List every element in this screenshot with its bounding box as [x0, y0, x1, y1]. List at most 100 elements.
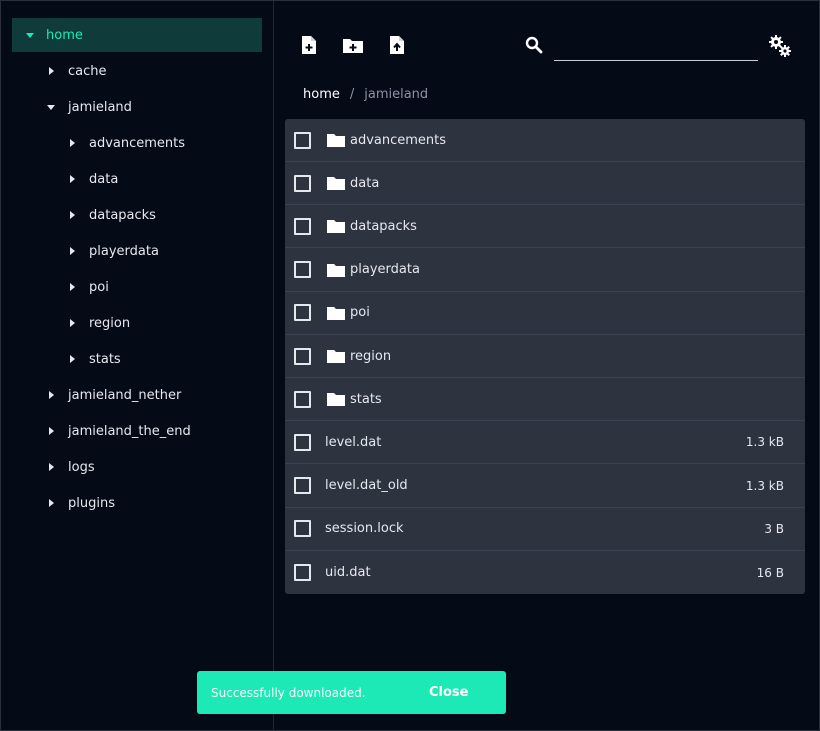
tree-item-label: home — [46, 27, 83, 43]
file-name: level.dat_old — [325, 478, 408, 494]
tree-item-jamieland-the-end[interactable]: jamieland_the_end — [41, 414, 251, 448]
caret-right-icon[interactable] — [41, 67, 61, 75]
row-checkbox[interactable] — [294, 131, 311, 149]
row-checkbox[interactable] — [294, 217, 311, 235]
tree-item-jamieland[interactable]: jamieland — [41, 90, 251, 124]
tree-item-label: jamieland_the_end — [68, 423, 191, 439]
file-row[interactable]: session.lock 3 B — [285, 508, 805, 551]
breadcrumb-separator: / — [349, 87, 355, 102]
search-icon — [525, 36, 543, 54]
file-name: advancements — [350, 132, 447, 148]
row-checkbox[interactable] — [294, 520, 311, 538]
file-name: poi — [350, 305, 370, 321]
gears-icon[interactable] — [768, 34, 792, 58]
caret-right-icon[interactable] — [41, 391, 61, 399]
folder-tree-sidebar: home cache jamieland advancements data datap… — [1, 1, 274, 730]
file-name: data — [350, 175, 380, 191]
caret-right-icon[interactable] — [62, 247, 82, 255]
caret-right-icon[interactable] — [62, 211, 82, 219]
caret-right-icon[interactable] — [62, 175, 82, 183]
folder-row[interactable]: advancements — [285, 119, 805, 162]
row-checkbox[interactable] — [294, 477, 311, 495]
tree-item-datapacks[interactable]: datapacks — [62, 198, 251, 232]
tree-item-label: playerdata — [89, 243, 159, 259]
toast-notification: Successfully downloaded. Close — [197, 671, 506, 714]
tree-item-label: jamieland_nether — [68, 387, 182, 403]
file-name: level.dat — [325, 434, 382, 450]
file-list: advancements data datapacks playerdata poi re… — [285, 119, 805, 594]
tree-item-label: region — [89, 315, 131, 331]
tree-item-poi[interactable]: poi — [62, 270, 251, 304]
tree-item-label: cache — [68, 63, 107, 79]
file-name: stats — [350, 391, 382, 407]
caret-down-icon[interactable] — [41, 104, 61, 110]
tree-item-label: data — [89, 171, 119, 187]
caret-right-icon[interactable] — [62, 139, 82, 147]
file-row[interactable]: level.dat_old 1.3 kB — [285, 465, 805, 508]
tree-item-region[interactable]: region — [62, 306, 251, 340]
file-row[interactable]: level.dat 1.3 kB — [285, 421, 805, 465]
folder-icon — [326, 218, 346, 234]
caret-right-icon[interactable] — [62, 283, 82, 291]
tree-item-jamieland-nether[interactable]: jamieland_nether — [41, 378, 251, 412]
tree-item-stats[interactable]: stats — [62, 342, 251, 376]
folder-row[interactable]: poi — [285, 292, 805, 335]
file-size: 3 B — [764, 521, 784, 536]
folder-icon — [326, 262, 346, 278]
caret-down-icon[interactable] — [20, 32, 40, 38]
tree-item-logs[interactable]: logs — [41, 450, 251, 484]
search-input[interactable] — [554, 31, 758, 61]
tree-item-label: plugins — [68, 495, 115, 511]
file-name: session.lock — [325, 521, 404, 537]
toast-close-button[interactable]: Close — [429, 685, 468, 700]
folder-icon — [326, 348, 346, 364]
file-size: 1.3 kB — [745, 435, 784, 450]
row-checkbox[interactable] — [294, 433, 311, 451]
folder-row[interactable]: playerdata — [285, 249, 805, 292]
file-manager-window: home cache jamieland advancements data datap… — [0, 0, 820, 731]
new-file-icon[interactable] — [298, 34, 320, 56]
folder-icon — [326, 391, 346, 407]
file-name: datapacks — [350, 218, 417, 234]
tree-item-advancements[interactable]: advancements — [62, 126, 251, 160]
new-folder-icon[interactable] — [342, 34, 364, 56]
breadcrumb: home / jamieland — [303, 87, 428, 102]
caret-right-icon[interactable] — [62, 355, 82, 363]
breadcrumb-home[interactable]: home — [303, 87, 340, 102]
folder-icon — [326, 305, 346, 321]
upload-file-icon[interactable] — [386, 34, 408, 56]
caret-right-icon[interactable] — [41, 463, 61, 471]
folder-row[interactable]: data — [285, 162, 805, 206]
file-size: 16 B — [756, 565, 784, 580]
row-checkbox[interactable] — [294, 304, 311, 322]
tree-item-data[interactable]: data — [62, 162, 251, 196]
caret-right-icon[interactable] — [62, 319, 82, 327]
tree-item-label: stats — [89, 351, 121, 367]
folder-icon — [326, 175, 346, 191]
folder-row[interactable]: datapacks — [285, 205, 805, 249]
tree-item-playerdata[interactable]: playerdata — [62, 234, 251, 268]
row-checkbox[interactable] — [294, 564, 311, 581]
tree-item-plugins[interactable]: plugins — [41, 486, 251, 520]
file-row[interactable]: uid.dat 16 B — [285, 551, 805, 594]
tree-item-cache[interactable]: cache — [41, 54, 251, 88]
tree-item-label: jamieland — [68, 99, 132, 115]
tree-item-home[interactable]: home — [12, 18, 262, 52]
tree-item-label: advancements — [89, 135, 186, 151]
row-checkbox[interactable] — [294, 390, 311, 408]
folder-icon — [326, 132, 346, 148]
folder-row[interactable]: region — [285, 335, 805, 378]
file-name: region — [350, 348, 392, 364]
breadcrumb-current: jamieland — [364, 87, 429, 102]
folder-row[interactable]: stats — [285, 378, 805, 422]
row-checkbox[interactable] — [294, 347, 311, 365]
tree-item-label: datapacks — [89, 207, 156, 223]
caret-right-icon[interactable] — [41, 427, 61, 435]
file-name: playerdata — [350, 262, 420, 278]
row-checkbox[interactable] — [294, 174, 311, 192]
row-checkbox[interactable] — [294, 261, 311, 279]
tree-item-label: poi — [89, 279, 109, 295]
toast-message: Successfully downloaded. — [211, 685, 366, 700]
file-name: uid.dat — [325, 565, 371, 580]
caret-right-icon[interactable] — [41, 499, 61, 507]
